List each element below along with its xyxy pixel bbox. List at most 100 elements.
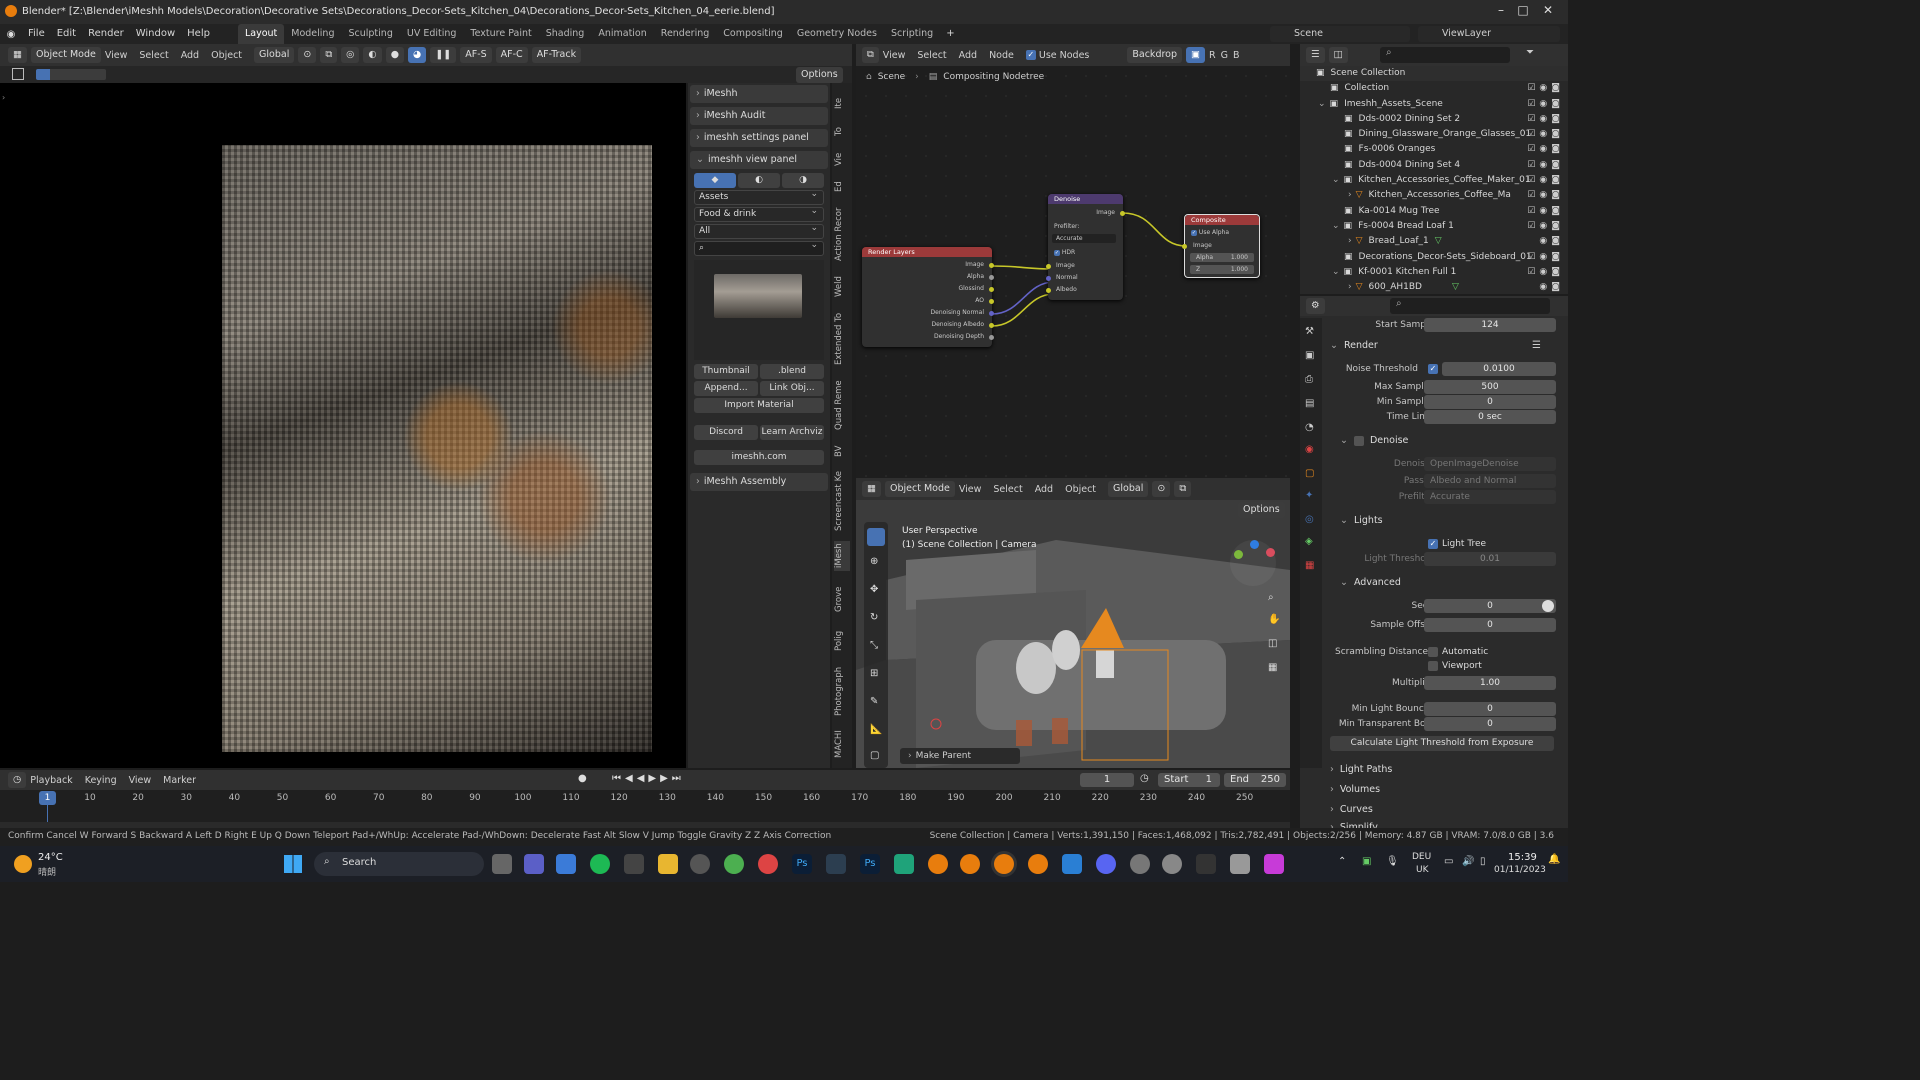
- workspace-tab-animation[interactable]: Animation: [591, 24, 653, 44]
- blender-icon[interactable]: [1028, 854, 1048, 874]
- gizmo-y-icon[interactable]: [1234, 550, 1243, 559]
- task-view-icon[interactable]: [492, 854, 512, 874]
- cursor-tool-icon[interactable]: ⊕: [870, 556, 878, 567]
- vp-menu-object[interactable]: Object: [1065, 484, 1096, 495]
- section-imeshh-audit[interactable]: › iMeshh Audit: [690, 107, 828, 125]
- outliner-row[interactable]: ⌄ ▣ Kitchen_Accessories_Coffee_Maker_01 ☑◉◙: [1300, 173, 1568, 188]
- asset-search-input[interactable]: ⌕: [694, 239, 824, 256]
- denoise-section-header[interactable]: ⌄ Denoise: [1340, 435, 1408, 446]
- visibility-icons[interactable]: ☑◉◙: [1527, 97, 1564, 112]
- visibility-icons[interactable]: ☑◉◙: [1527, 188, 1564, 203]
- outliner-row[interactable]: ⌄ ▣ Kf-0001 Kitchen Full 1 ☑◉◙: [1300, 265, 1568, 280]
- visibility-icons[interactable]: ☑◉◙: [1527, 81, 1564, 96]
- denoise-hdr-checkbox[interactable]: ✓ HDR: [1054, 249, 1075, 256]
- app-icon[interactable]: [894, 854, 914, 874]
- import-material-button[interactable]: Import Material: [694, 398, 824, 413]
- vtab-action-recorder[interactable]: Action Recor: [834, 203, 850, 265]
- menu-window[interactable]: Window: [130, 24, 181, 44]
- vtab-tool[interactable]: To: [834, 121, 850, 143]
- blender-icon[interactable]: [928, 854, 948, 874]
- af-s-button[interactable]: AF-S: [460, 47, 492, 63]
- min-samples-field[interactable]: 0: [1424, 395, 1556, 409]
- category-dropdown[interactable]: Food & drink: [694, 205, 824, 222]
- snap-icon[interactable]: ⧉: [320, 47, 338, 63]
- socket[interactable]: [989, 287, 994, 292]
- visibility-icons[interactable]: ◉◙: [1539, 234, 1564, 249]
- workspace-tab-sculpting[interactable]: Sculpting: [341, 24, 399, 44]
- viewport-checkbox[interactable]: [1428, 661, 1438, 671]
- menu-edit[interactable]: Edit: [51, 24, 82, 44]
- workspace-tab-texture-paint[interactable]: Texture Paint: [463, 24, 538, 44]
- menu-file[interactable]: File: [22, 24, 51, 44]
- pause-icon[interactable]: ❚❚: [430, 47, 457, 63]
- outliner-editor-type-button[interactable]: ☰: [1306, 47, 1325, 63]
- navigation-gizmo[interactable]: [1230, 540, 1276, 586]
- use-nodes-checkbox[interactable]: ✓: [1025, 50, 1036, 60]
- outliner-row[interactable]: ⌄ ▣ Imeshh_Assets_Scene ☑◉◙: [1300, 97, 1568, 112]
- shading-rendered-icon[interactable]: ◕: [408, 47, 427, 63]
- terminal-icon[interactable]: [1196, 854, 1216, 874]
- timeline-menu-playback[interactable]: Playback: [30, 775, 72, 786]
- app-icon[interactable]: [826, 854, 846, 874]
- measure-tool-icon[interactable]: 📐: [870, 724, 882, 735]
- section-imeshh-view[interactable]: ⌄ imeshh view panel: [690, 151, 828, 169]
- vp-menu-select[interactable]: Select: [993, 484, 1022, 495]
- node-menu-add[interactable]: Add: [959, 50, 977, 61]
- vp-orientation-dropdown[interactable]: Global: [1108, 481, 1149, 497]
- scale-tool-icon[interactable]: ⤡: [870, 640, 878, 651]
- left-menu-select[interactable]: Select: [139, 50, 168, 61]
- multiplier-field[interactable]: 1.00: [1424, 676, 1556, 690]
- vscode-icon[interactable]: [1062, 854, 1082, 874]
- tray-app-icon[interactable]: ▣: [1362, 856, 1371, 867]
- volume-icon[interactable]: 🔊: [1462, 856, 1474, 867]
- proportional-icon[interactable]: ◎: [341, 47, 360, 63]
- language-secondary[interactable]: UK: [1416, 865, 1429, 875]
- vp-menu-add[interactable]: Add: [1035, 484, 1053, 495]
- section-imeshh-assembly[interactable]: › iMeshh Assembly: [690, 473, 828, 491]
- outliner-row[interactable]: ▣ Dds-0004 Dining Set 4 ☑◉◙: [1300, 158, 1568, 173]
- overlay-icon[interactable]: ◐: [363, 47, 382, 63]
- vtab-item[interactable]: Ite: [834, 91, 850, 115]
- compositor-node-view[interactable]: ⌂ Scene › ▤ Compositing Nodetree Render …: [856, 66, 1290, 478]
- annotate-tool-icon[interactable]: ✎: [870, 696, 878, 707]
- gizmo-x-icon[interactable]: [1266, 548, 1275, 557]
- gizmo-z-icon[interactable]: [1250, 540, 1259, 549]
- properties-editor-type-button[interactable]: ⚙: [1306, 298, 1325, 314]
- transform-tool-icon[interactable]: ⊞: [870, 668, 878, 679]
- tool-tab-icon[interactable]: ⚒: [1305, 326, 1314, 337]
- object-tab-icon[interactable]: ▢: [1305, 468, 1314, 479]
- socket[interactable]: [989, 275, 994, 280]
- hdri-icon[interactable]: ◑: [782, 173, 824, 188]
- vtab-photographer[interactable]: Photograph: [834, 665, 850, 717]
- select-mode-icons[interactable]: [36, 69, 106, 80]
- render-tab-icon[interactable]: ▣: [1305, 350, 1314, 361]
- socket[interactable]: [1046, 264, 1051, 269]
- visibility-icons[interactable]: ☑◉◙: [1527, 219, 1564, 234]
- teams-icon[interactable]: [524, 854, 544, 874]
- material-icon[interactable]: ◐: [738, 173, 780, 188]
- outliner-row[interactable]: ▣ Collection ☑◉◙: [1300, 81, 1568, 96]
- prefilter-dropdown[interactable]: Accurate: [1424, 490, 1556, 504]
- visibility-icons[interactable]: ☑◉◙: [1527, 204, 1564, 219]
- visibility-icons[interactable]: ☑◉◙: [1527, 158, 1564, 173]
- node-menu-node[interactable]: Node: [989, 50, 1014, 61]
- properties-search-input[interactable]: ⌕: [1390, 298, 1550, 314]
- volumes-section[interactable]: › Volumes: [1330, 784, 1380, 795]
- noise-threshold-field[interactable]: 0.0100: [1442, 362, 1556, 376]
- scene-tab-icon[interactable]: ◔: [1305, 422, 1314, 433]
- denoise-node[interactable]: Denoise Image Prefilter: Accurate ✓ HDR …: [1046, 194, 1125, 300]
- shading-solid-icon[interactable]: ●: [385, 47, 405, 63]
- vp-pivot-icon[interactable]: ⊙: [1152, 481, 1171, 497]
- view-layer-tab-icon[interactable]: ▤: [1305, 398, 1314, 409]
- viewport-editor-type-button[interactable]: ▦: [862, 481, 881, 497]
- learn-archviz-button[interactable]: Learn Archviz: [760, 425, 824, 440]
- file-explorer-icon[interactable]: [658, 854, 678, 874]
- workspace-tab-modeling[interactable]: Modeling: [284, 24, 341, 44]
- composite-z-field[interactable]: Z 1.000: [1190, 265, 1254, 274]
- socket[interactable]: [989, 311, 994, 316]
- vp-snap-icon[interactable]: ⧉: [1174, 481, 1192, 497]
- start-frame-field[interactable]: Start 1: [1158, 773, 1220, 787]
- curves-section[interactable]: › Curves: [1330, 804, 1373, 815]
- blend-button[interactable]: .blend: [760, 364, 824, 379]
- imeshh-site-button[interactable]: imeshh.com: [694, 450, 824, 465]
